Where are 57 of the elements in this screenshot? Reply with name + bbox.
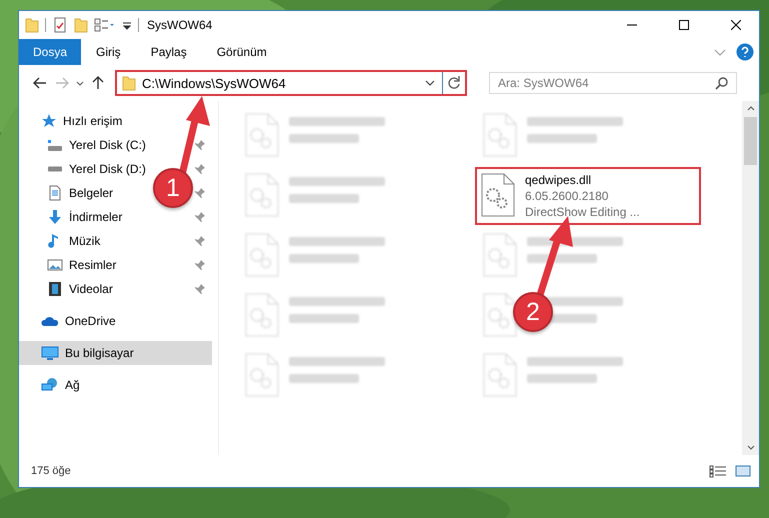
file-icon xyxy=(483,233,517,277)
tiles-view-icon[interactable] xyxy=(735,464,751,478)
document-icon xyxy=(47,185,63,201)
scrollbar[interactable] xyxy=(742,101,759,455)
file-detail: 6.05.2600.2180 xyxy=(525,189,610,203)
sidebar-item[interactable]: Yerel Disk (D:) xyxy=(69,162,146,176)
drive-icon xyxy=(47,166,63,172)
close-icon[interactable] xyxy=(731,20,741,30)
file-icon xyxy=(245,173,279,217)
monitor-icon xyxy=(41,345,59,361)
file-icon xyxy=(245,233,279,277)
ribbon-tab[interactable]: Giriş xyxy=(81,39,136,65)
file-icon xyxy=(245,353,279,397)
sidebar-item[interactable]: Bu bilgisayar xyxy=(65,346,134,360)
file-icon xyxy=(245,293,279,337)
file-icon xyxy=(481,173,515,217)
sidebar-item[interactable]: Resimler xyxy=(69,258,116,272)
chevron-down-icon[interactable] xyxy=(76,80,84,86)
down-arrow-icon xyxy=(47,209,63,225)
folder-icon xyxy=(122,75,136,91)
maximize-icon[interactable] xyxy=(679,20,689,30)
help-icon[interactable] xyxy=(736,43,754,61)
file-name: qedwipes.dll xyxy=(525,173,592,187)
file-icon xyxy=(245,113,279,157)
file-icon xyxy=(483,353,517,397)
details-view-icon[interactable] xyxy=(709,464,727,478)
search-icon xyxy=(715,76,728,90)
file-icon xyxy=(483,113,517,157)
window-title: SysWOW64 xyxy=(147,18,214,32)
network-icon xyxy=(41,377,59,393)
sidebar-item[interactable]: Yerel Disk (C:) xyxy=(69,138,146,152)
sidebar-item[interactable]: Ağ xyxy=(65,378,80,392)
star-icon xyxy=(41,113,57,129)
minimize-icon[interactable] xyxy=(627,24,637,26)
film-icon xyxy=(47,281,63,297)
picture-icon xyxy=(47,257,63,273)
item-count: 175 öğe xyxy=(31,465,72,477)
back-arrow-icon[interactable] xyxy=(33,77,47,89)
file-tile[interactable]: qedwipes.dll 6.05.2600.2180 DirectShow Editing ... xyxy=(475,167,701,225)
sidebar-item[interactable]: İndirmeler xyxy=(69,210,122,224)
scroll-thumb[interactable] xyxy=(744,117,757,165)
list-view-icon[interactable] xyxy=(94,17,116,33)
drive-icon xyxy=(47,139,63,151)
address-bar[interactable]: C:\Windows\SysWOW64 xyxy=(115,70,467,96)
sidebar-item[interactable]: OneDrive xyxy=(65,314,116,328)
search-field[interactable]: Ara: SysWOW64 xyxy=(489,72,737,94)
sidebar-item[interactable]: Belgeler xyxy=(69,186,114,200)
properties-icon[interactable] xyxy=(52,17,68,33)
sidebar-item[interactable]: Videolar xyxy=(69,282,113,296)
ribbon-tab[interactable]: Dosya xyxy=(19,39,82,65)
file-detail: DirectShow Editing ... xyxy=(525,205,640,219)
file-icon xyxy=(483,293,517,337)
sidebar-item[interactable]: Müzik xyxy=(69,234,100,248)
up-arrow-icon[interactable] xyxy=(92,76,104,90)
sidebar-item[interactable]: Hızlı erişim xyxy=(63,114,122,128)
ribbon-tab[interactable]: Paylaş xyxy=(136,39,202,65)
ribbon-tab[interactable]: Görünüm xyxy=(202,39,282,65)
